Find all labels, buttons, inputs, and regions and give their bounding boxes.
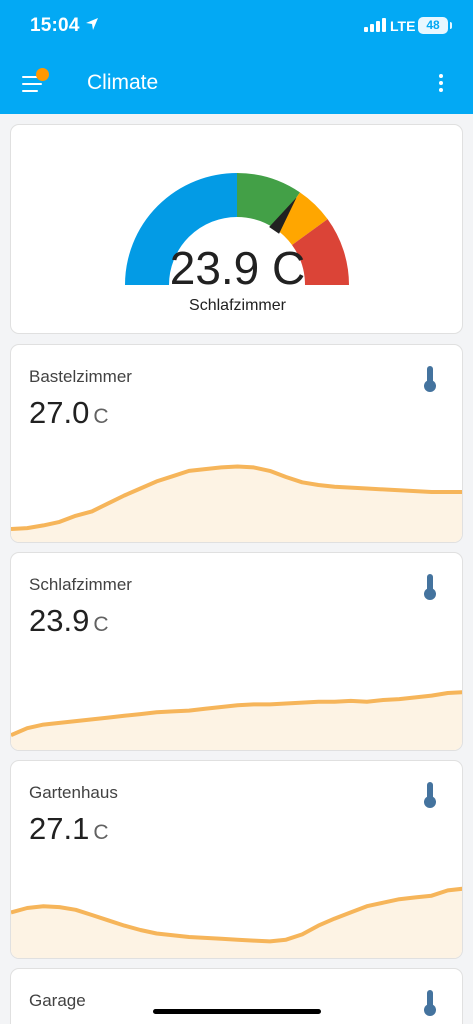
location-arrow-icon <box>86 18 98 30</box>
sensor-value-number: 27.1 <box>29 811 90 846</box>
more-vert-icon <box>439 74 443 78</box>
status-time: 15:04 <box>30 15 80 36</box>
status-bar: 15:04 LTE 48 <box>0 0 473 52</box>
thermometer-icon <box>424 366 436 392</box>
gauge-card[interactable]: 23.9 C Schlafzimmer <box>10 124 463 334</box>
history-graph <box>11 690 462 750</box>
sensor-card-schlafzimmer[interactable]: Schlafzimmer 23.9 C <box>10 552 463 751</box>
sensor-value-number: 27.0 <box>29 395 90 430</box>
sensor-unit: C <box>93 613 109 636</box>
menu-icon-line <box>22 90 38 92</box>
signal-icon <box>364 18 386 32</box>
thermometer-icon <box>424 574 436 600</box>
sensor-name: Schlafzimmer <box>29 575 132 594</box>
gauge-value: 23.9 C <box>169 242 306 294</box>
sensor-value: 23.9 C <box>29 603 109 639</box>
sensor-unit: C <box>93 821 109 844</box>
thermometer-icon <box>424 990 436 1016</box>
sensor-name: Garage <box>29 991 86 1010</box>
menu-icon-line <box>22 83 42 85</box>
sensor-value: 27.1 C <box>29 811 109 847</box>
sensor-value: 27.0 C <box>29 395 109 431</box>
sensor-name: Bastelzimmer <box>29 367 132 386</box>
gauge-segment-2 <box>274 192 328 246</box>
notification-badge <box>36 68 49 81</box>
sensor-name: Gartenhaus <box>29 783 118 802</box>
more-vert-icon-dot <box>439 88 443 92</box>
more-options-button[interactable] <box>426 66 456 100</box>
gauge-segment-1 <box>236 173 300 230</box>
app-toolbar: Climate <box>0 52 473 114</box>
history-area <box>11 466 462 542</box>
page-title: Climate <box>87 71 159 94</box>
more-vert-icon-dot <box>439 81 443 85</box>
network-type: LTE <box>390 18 416 34</box>
history-graph <box>11 464 462 542</box>
sensor-card-garage[interactable]: Garage <box>10 968 463 1024</box>
home-indicator[interactable] <box>153 1009 321 1014</box>
sensor-card-bastelzimmer[interactable]: Bastelzimmer 27.0 C <box>10 344 463 543</box>
thermometer-icon <box>424 782 436 808</box>
menu-button[interactable] <box>14 62 54 102</box>
sensor-value-number: 23.9 <box>29 603 90 638</box>
battery-icon: 48 <box>418 17 452 34</box>
history-graph <box>11 886 462 958</box>
gauge-label: Schlafzimmer <box>189 297 286 314</box>
sensor-card-gartenhaus[interactable]: Gartenhaus 27.1 C <box>10 760 463 959</box>
sensor-unit: C <box>93 405 109 428</box>
